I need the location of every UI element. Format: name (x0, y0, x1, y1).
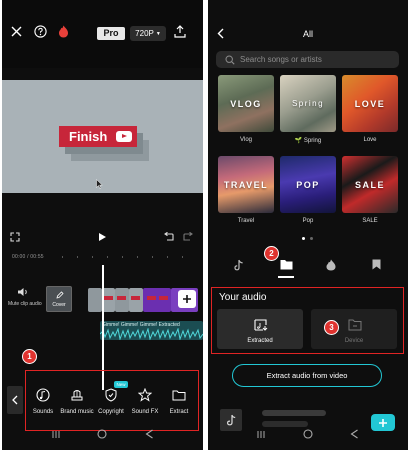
tile-overlay-text: TRAVEL (223, 179, 269, 190)
resolution-selector[interactable]: 720P ▼ (130, 26, 166, 41)
export-icon[interactable] (173, 24, 187, 38)
search-placeholder: Search songs or artists (240, 55, 322, 64)
page-indicator-active (302, 237, 305, 240)
mute-clip-audio-label: Mute clip audio (8, 301, 42, 307)
home-icon[interactable] (302, 428, 314, 440)
fullscreen-icon[interactable] (9, 231, 21, 243)
tile-overlay-text: SALE (354, 179, 385, 190)
search-input[interactable]: Search songs or artists (216, 51, 399, 68)
page-title: All (302, 29, 313, 39)
extract-audio-button[interactable]: Extract audio from video (232, 364, 382, 387)
category-tile-vlog[interactable]: VLOG (218, 75, 274, 132)
redo-icon[interactable] (182, 231, 194, 243)
category-tile-spring[interactable]: Spring (280, 75, 336, 132)
tiktok-tab-icon[interactable] (233, 258, 245, 271)
tile-label: Vlog (239, 137, 252, 143)
your-audio-title: Your audio (219, 292, 267, 303)
tile-label: 🌱 Spring (294, 138, 322, 144)
waveform-icon (100, 328, 203, 340)
video-clip[interactable] (143, 288, 171, 312)
extracted-source-card[interactable]: Extracted (217, 309, 303, 349)
cursor-icon (95, 178, 104, 189)
category-tile-travel[interactable]: TRAVEL (218, 156, 274, 213)
tile-label: SALE (362, 218, 378, 224)
tile-overlay-text: VLOG (230, 98, 262, 109)
close-icon[interactable] (9, 24, 23, 38)
pro-badge[interactable]: Pro (97, 27, 125, 40)
cover-thumbnail[interactable]: Cover (46, 286, 72, 312)
tile-overlay-text: POP (296, 179, 320, 190)
video-clip[interactable] (129, 288, 143, 312)
category-tile-love[interactable]: LOVE (342, 75, 398, 132)
tile-overlay-text: LOVE (354, 98, 386, 109)
page-indicator[interactable] (310, 237, 313, 240)
undo-icon[interactable] (162, 231, 174, 243)
video-clip[interactable] (115, 288, 129, 312)
video-clip[interactable] (88, 288, 102, 312)
audio-track[interactable]: Gimme! Gimme! Gimme! Extracted (100, 321, 203, 340)
music-note-icon (220, 409, 242, 431)
system-navbar (2, 420, 203, 450)
audio-library-screen: All Search songs or artists VLOG Spring … (208, 0, 408, 450)
tile-overlay-text: Spring (291, 99, 325, 108)
back-button[interactable] (7, 386, 23, 414)
resolution-value: 720P (135, 29, 154, 38)
bookmark-tab-icon[interactable] (370, 258, 382, 271)
track-title-placeholder (262, 410, 326, 416)
tile-label: Pop (302, 218, 314, 224)
device-label: Device (344, 338, 364, 344)
add-audio-button[interactable] (371, 414, 395, 431)
caret-down-icon: ▼ (155, 30, 161, 37)
editor-topbar: Pro 720P ▼ (2, 0, 203, 68)
pencil-icon (55, 290, 64, 299)
play-icon[interactable] (96, 231, 108, 243)
help-icon[interactable] (33, 24, 47, 38)
nav-back-icon[interactable] (348, 428, 360, 440)
annotation-badge-3: 3 (324, 320, 339, 335)
active-tab-indicator (278, 276, 294, 278)
device-folder-icon (347, 318, 362, 331)
tile-label: Travel (237, 218, 255, 224)
home-icon[interactable] (96, 428, 108, 440)
category-tile-sale[interactable]: SALE (342, 156, 398, 213)
recents-icon[interactable] (50, 428, 62, 440)
finish-title-sticker[interactable]: Finish (59, 126, 137, 147)
flame-icon[interactable] (56, 24, 70, 38)
folder-tab-icon[interactable] (279, 258, 293, 271)
annotation-badge-2: 2 (264, 246, 279, 261)
audio-source-tabs (208, 248, 408, 280)
nav-back-icon[interactable] (143, 428, 155, 440)
play-logo-icon (116, 131, 132, 142)
annotation-badge-1: 1 (22, 349, 37, 364)
recents-icon[interactable] (255, 428, 267, 440)
track-meta-placeholder (262, 421, 308, 427)
tile-label: Love (363, 137, 377, 143)
category-tile-pop[interactable]: POP (280, 156, 336, 213)
add-clip-button[interactable] (178, 290, 196, 308)
finish-text: Finish (69, 129, 108, 144)
editor-screen: Pro 720P ▼ Finish 00:00 / 00:55 Mute cli… (2, 0, 203, 450)
extract-video-icon (253, 318, 268, 331)
cover-label: Cover (52, 302, 66, 308)
trending-tab-icon[interactable] (325, 258, 337, 271)
timecode: 00:00 / 00:55 (12, 254, 44, 260)
extracted-label: Extracted (247, 338, 273, 344)
speaker-icon[interactable] (16, 286, 30, 298)
audio-list-item[interactable] (216, 405, 366, 435)
search-icon (224, 54, 235, 65)
